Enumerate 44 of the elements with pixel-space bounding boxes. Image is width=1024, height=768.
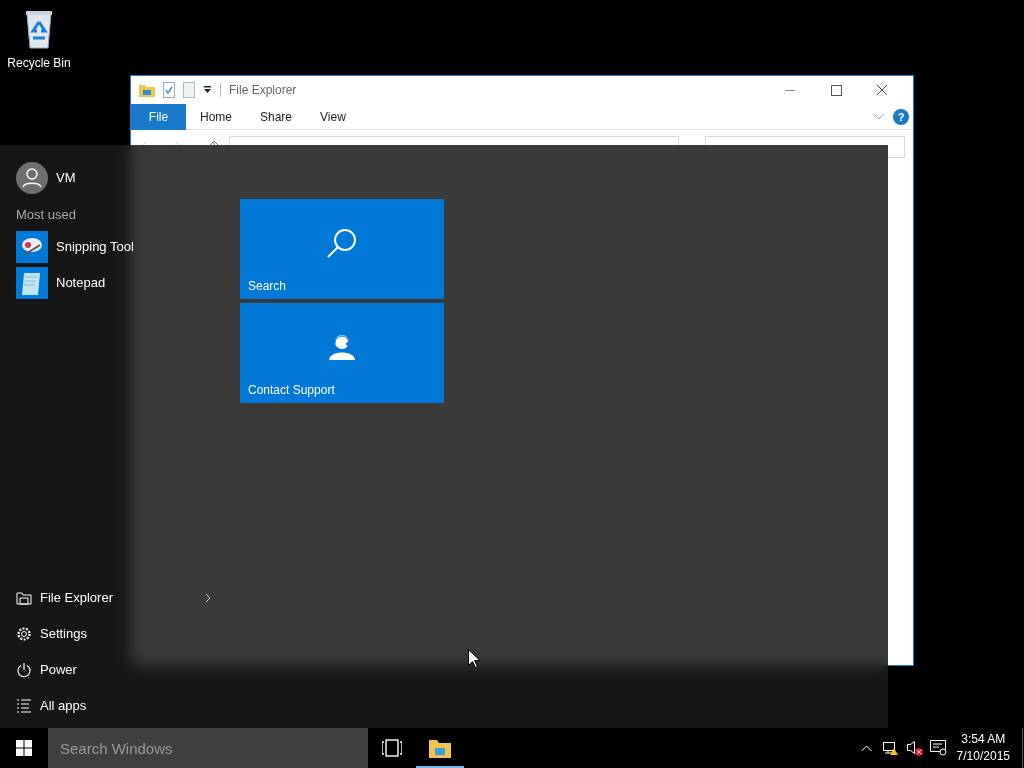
start-menu-item[interactable]: Power xyxy=(0,652,214,688)
ribbon-tab[interactable]: Share xyxy=(246,103,307,130)
chevron-up-icon xyxy=(861,744,873,752)
folder-icon[interactable] xyxy=(139,83,155,97)
maximize-icon xyxy=(830,84,842,96)
close-icon xyxy=(876,84,888,96)
app-list-item[interactable]: Notepad xyxy=(0,264,230,301)
network-warning-icon xyxy=(883,741,899,755)
start-menu-item[interactable]: File Explorer xyxy=(0,580,113,616)
section-heading: Most used xyxy=(15,206,77,224)
ribbon-tab[interactable]: View xyxy=(306,103,360,130)
notepad-icon xyxy=(16,266,48,299)
tile-label: Contact Support xyxy=(248,382,336,399)
user-avatar[interactable] xyxy=(16,162,48,194)
start-menu-item[interactable]: All apps xyxy=(0,688,214,724)
app-list-item[interactable]: Snipping Tool xyxy=(0,228,230,265)
desktop-icon-label[interactable]: Recycle Bin xyxy=(7,54,71,72)
folder-icon xyxy=(429,738,451,758)
user-name[interactable]: VM xyxy=(56,168,76,188)
settings-icon xyxy=(16,626,32,642)
app-tile[interactable]: Search xyxy=(240,199,444,299)
start-menu-item[interactable]: Settings xyxy=(0,616,214,652)
search-field[interactable]: Search Windows xyxy=(48,728,368,768)
power-icon xyxy=(16,662,32,678)
scissors-icon xyxy=(16,230,48,263)
mouse-cursor-icon xyxy=(468,649,480,668)
speaker-muted-icon xyxy=(906,740,923,756)
tile-label: Search xyxy=(248,278,288,295)
notification-icon xyxy=(930,740,948,756)
list-icon xyxy=(16,698,32,714)
ribbon-tab[interactable]: File xyxy=(131,103,186,130)
checklist-icon[interactable] xyxy=(163,82,175,98)
dropdown-icon[interactable] xyxy=(203,85,212,95)
clock[interactable]: 3:54 AM 7/10/2015 xyxy=(950,731,1016,765)
app-tile[interactable]: Contact Support xyxy=(240,303,444,403)
task-view-icon xyxy=(382,739,402,757)
help-button[interactable]: ? xyxy=(893,108,909,125)
four-squares-icon xyxy=(16,740,32,756)
ribbon-tab[interactable]: Home xyxy=(186,103,246,130)
folder-icon xyxy=(16,590,32,606)
person-headset-icon xyxy=(328,332,356,362)
search-icon xyxy=(325,226,359,260)
window-title: File Explorer xyxy=(229,82,297,99)
chevron-right-icon[interactable] xyxy=(204,593,212,603)
